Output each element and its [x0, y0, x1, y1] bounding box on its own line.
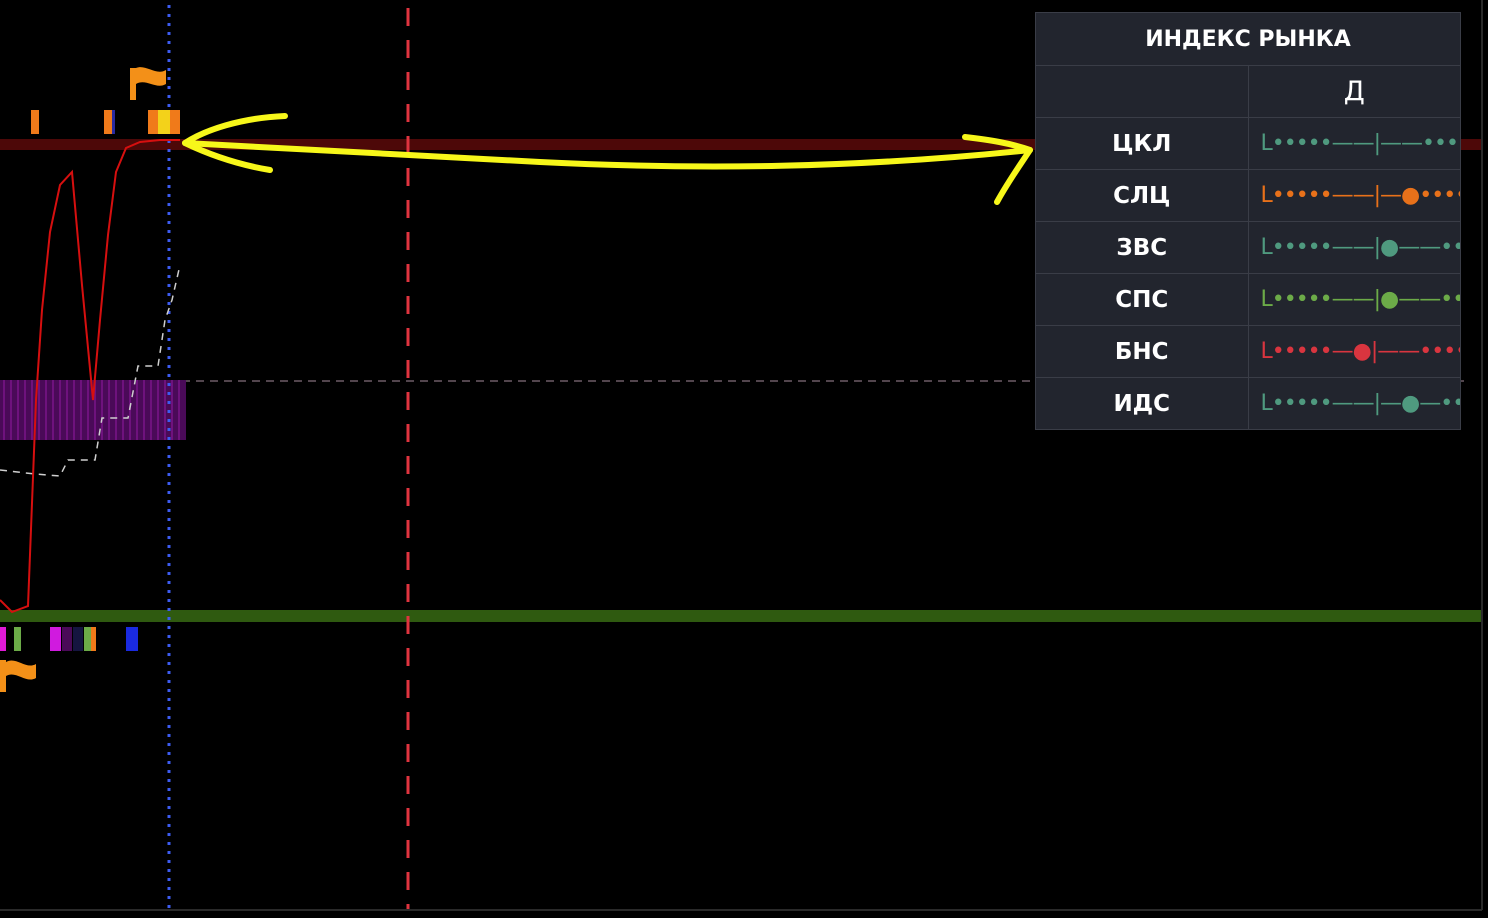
- row-scale: L•••••—●|——•••••H: [1247, 325, 1461, 378]
- row-scale: L•••••——|●——•••••H: [1247, 221, 1461, 274]
- signal-line: [0, 139, 180, 614]
- annotation-arrow: [182, 113, 1033, 205]
- row-scale: L•••••——|——••••●H: [1247, 117, 1461, 170]
- table-row: БНС L•••••—●|——•••••H: [1035, 325, 1461, 378]
- row-label: БНС: [1035, 325, 1249, 378]
- row-scale: L•••••——|●——•••••H: [1247, 273, 1461, 326]
- row-scale: L•••••——|—●—•••••H: [1247, 377, 1461, 430]
- panel-title: ИНДЕКС РЫНКА: [1035, 12, 1461, 66]
- row-label: СПС: [1035, 273, 1249, 326]
- column-header-row: Д: [1035, 65, 1461, 118]
- market-index-panel: ИНДЕКС РЫНКА Д ЦКЛ L•••••——|——••••●H СЛЦ…: [1035, 12, 1461, 434]
- bottom-markers: [0, 627, 138, 651]
- flag-icon: [0, 660, 36, 692]
- top-markers: [31, 110, 180, 134]
- table-row: СЛЦ L•••••——|—●•••••H: [1035, 169, 1461, 222]
- flag-icon: [130, 67, 166, 100]
- column-header-blank: [1035, 65, 1249, 118]
- row-scale: L•••••——|—●•••••H: [1247, 169, 1461, 222]
- column-header-d: Д: [1247, 65, 1461, 118]
- row-label: СЛЦ: [1035, 169, 1249, 222]
- row-label: ЗВС: [1035, 221, 1249, 274]
- panel-title-row: ИНДЕКС РЫНКА: [1035, 12, 1461, 66]
- table-row: ЦКЛ L•••••——|——••••●H: [1035, 117, 1461, 170]
- lower-band: [0, 610, 1482, 622]
- table-row: ИДС L•••••——|—●—•••••H: [1035, 377, 1461, 430]
- row-label: ИДС: [1035, 377, 1249, 430]
- table-row: ЗВС L•••••——|●——•••••H: [1035, 221, 1461, 274]
- row-label: ЦКЛ: [1035, 117, 1249, 170]
- table-row: СПС L•••••——|●——•••••H: [1035, 273, 1461, 326]
- market-index-table: ИНДЕКС РЫНКА Д ЦКЛ L•••••——|——••••●H СЛЦ…: [1035, 12, 1461, 430]
